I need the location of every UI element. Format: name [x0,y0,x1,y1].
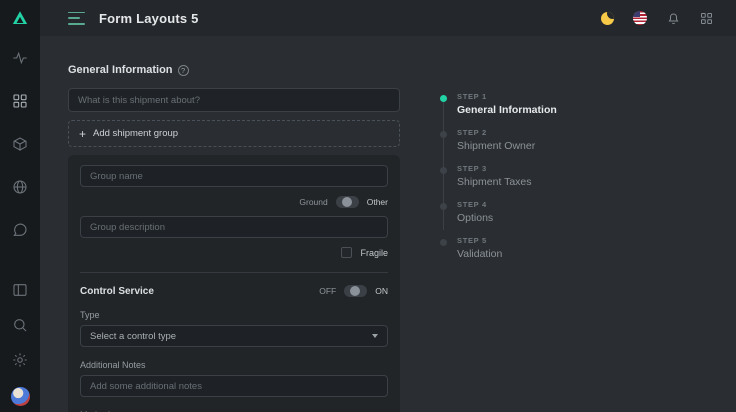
section-title: General Information ? [68,64,400,76]
control-service-toggle[interactable] [344,285,367,297]
grid-icon[interactable] [12,93,28,109]
bell-icon [666,11,681,26]
step-label: STEP 3 [457,164,557,173]
add-shipment-group-zone: + Add shipment group [68,120,400,147]
help-icon: ? [178,65,189,76]
group-name-input[interactable] [80,165,388,187]
globe-icon[interactable] [12,179,28,195]
type-label: Type [80,310,388,320]
stepper-step-4[interactable]: STEP 4 Options [440,200,557,224]
step-label: STEP 5 [457,236,557,245]
step-dot [440,167,447,174]
us-flag-icon [633,11,647,25]
app-root: Form Layouts 5 General Information ? + A… [0,0,736,412]
apps-grid-icon [699,11,714,26]
step-label: STEP 1 [457,92,557,101]
user-avatar[interactable] [11,387,30,406]
header: Form Layouts 5 [40,0,736,36]
shipment-group-card: Ground Other Fragile Control Service OFF… [68,155,400,412]
hamburger-menu-icon[interactable] [68,12,85,25]
step-dot [440,203,447,210]
shipment-about-input[interactable] [68,88,400,112]
ground-other-toggle-row: Ground Other [80,196,388,208]
package-icon[interactable] [12,136,28,152]
step-title: Options [457,212,557,224]
fragile-label: Fragile [360,248,388,258]
divider [80,272,388,273]
theme-toggle-button[interactable] [599,10,615,26]
activity-icon[interactable] [12,50,28,66]
control-service-label: Control Service [80,286,154,297]
ground-label: Ground [299,197,327,207]
chevron-down-icon [372,334,378,338]
step-dot [440,239,447,246]
fragile-checkbox[interactable] [341,247,352,258]
notifications-button[interactable] [665,10,681,26]
stepper-step-5[interactable]: STEP 5 Validation [440,236,557,260]
additional-notes-input[interactable] [80,375,388,397]
header-actions [599,10,714,26]
step-dot [440,131,447,138]
cog-icon[interactable] [12,352,28,368]
stepper-step-3[interactable]: STEP 3 Shipment Taxes [440,164,557,188]
stepper-step-2[interactable]: STEP 2 Shipment Owner [440,128,557,152]
page-title: Form Layouts 5 [99,11,199,26]
general-information-section: General Information ? + Add shipment gro… [68,64,400,412]
step-title: General Information [457,104,557,116]
control-type-select[interactable]: Select a control type [80,325,388,347]
control-type-value: Select a control type [90,331,176,342]
add-shipment-group-label: Add shipment group [93,128,178,139]
sidebar-nav-top [12,50,28,238]
step-dot [440,95,447,102]
language-button[interactable] [632,10,648,26]
chat-icon[interactable] [12,222,28,238]
step-title: Shipment Owner [457,140,557,152]
stepper-step-1[interactable]: STEP 1 General Information [440,92,557,116]
sidebar [0,0,40,412]
step-title: Validation [457,248,557,260]
ground-other-toggle[interactable] [336,196,359,208]
group-description-input[interactable] [80,216,388,238]
app-logo[interactable] [0,0,40,36]
apps-button[interactable] [698,10,714,26]
fragile-row: Fragile [80,247,388,258]
search-icon[interactable] [12,317,28,333]
control-service-row: Control Service OFF ON [80,285,388,297]
sidebar-nav-bottom [11,282,30,412]
step-label: STEP 4 [457,200,557,209]
add-shipment-group-button[interactable]: + Add shipment group [79,128,178,140]
moon-icon [601,12,614,25]
off-on-toggle-group: OFF ON [319,285,388,297]
step-title: Shipment Taxes [457,176,557,188]
section-title-text: General Information [68,64,173,76]
columns-icon[interactable] [12,282,28,298]
other-label: Other [367,197,388,207]
wizard-stepper: STEP 1 General Information STEP 2 Shipme… [440,92,557,272]
plus-icon: + [79,128,86,140]
step-label: STEP 2 [457,128,557,137]
additional-notes-label: Additional Notes [80,360,388,370]
on-label: ON [375,286,388,296]
off-label: OFF [319,286,336,296]
